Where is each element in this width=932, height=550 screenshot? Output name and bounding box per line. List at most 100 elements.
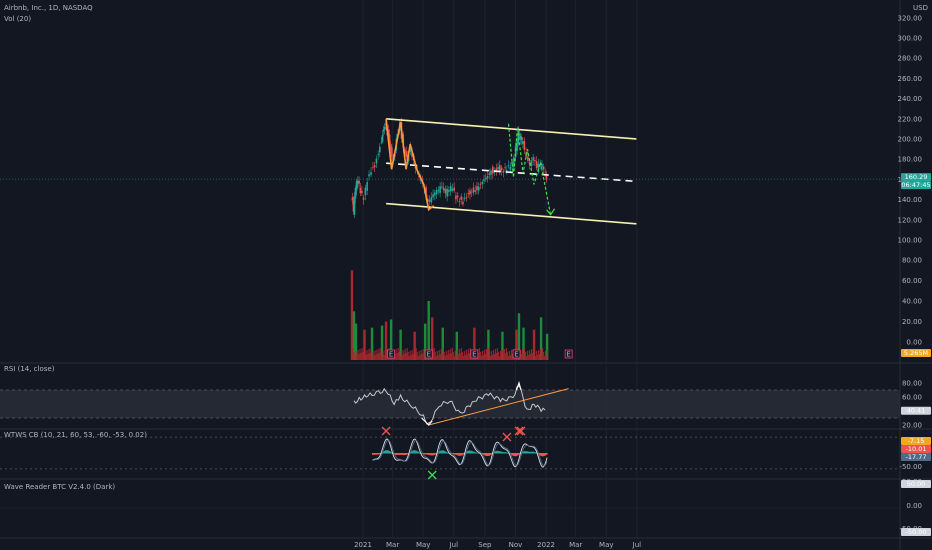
price-candle [504, 167, 506, 169]
wave-value-tag-1-text: 50.00 [907, 480, 926, 488]
price-candle [462, 201, 464, 205]
price-candle [391, 147, 393, 158]
price-candle [444, 188, 447, 194]
price-axis-tick-label: 80.00 [902, 257, 922, 265]
chart-background [0, 0, 932, 550]
price-candle [500, 167, 503, 171]
price-axis-tick-label: 180.00 [898, 156, 923, 164]
price-candle [469, 190, 471, 195]
price-axis-tick-label: 100.00 [898, 237, 923, 245]
trading-chart[interactable]: Airbnb, Inc., 1D, NASDAQ Vol (20) USD RS… [0, 0, 932, 550]
price-axis-tick-label: 40.00 [902, 298, 922, 306]
price-candle [373, 165, 376, 168]
price-candle [542, 166, 545, 170]
price-candle [442, 187, 445, 191]
price-candle [467, 193, 470, 194]
price-candle [523, 141, 526, 150]
price-candle [456, 195, 459, 198]
wave-reader-pane-label: Wave Reader BTC V2.4.0 (Dark) [4, 483, 115, 491]
wtws-axis-tick-label: -50.00 [899, 463, 922, 471]
earnings-marker-label: E [514, 351, 518, 359]
price-candle [520, 136, 523, 141]
price-candle [351, 197, 354, 201]
earnings-marker-label: E [389, 351, 393, 359]
earnings-marker-label: E [566, 351, 570, 359]
price-candle [497, 167, 499, 170]
time-axis-tick-label: Mar [569, 541, 582, 549]
price-candle [439, 186, 441, 193]
price-axis-tick-label: 0.00 [906, 339, 922, 347]
price-candle [544, 171, 547, 173]
price-candle [490, 170, 492, 175]
price-candle [491, 166, 494, 174]
price-candle [434, 192, 436, 196]
price-candle [532, 157, 534, 161]
price-axis-tick-label: 220.00 [898, 115, 923, 123]
price-candle [527, 156, 529, 161]
price-candle [359, 187, 362, 194]
price-axis-tick-label: 140.00 [898, 196, 923, 204]
price-candle [358, 180, 360, 184]
price-candle [361, 190, 363, 194]
symbol-title: Airbnb, Inc., 1D, NASDAQ [4, 4, 93, 12]
price-axis-tick-label: 200.00 [898, 136, 923, 144]
price-candle [405, 151, 408, 158]
price-candle [375, 158, 378, 164]
price-candle [507, 165, 510, 167]
wave-axis-tick-label: 0.00 [906, 502, 922, 510]
earnings-marker-label: E [426, 351, 430, 359]
price-candle [472, 187, 475, 193]
price-candle [488, 173, 491, 175]
wtws-histogram-bar [546, 453, 548, 455]
price-candle [463, 197, 466, 199]
price-candle [449, 186, 452, 192]
price-candle [353, 196, 356, 215]
rsi-axis-tick-label: 80.00 [902, 380, 922, 388]
countdown-tag-text: 06:47:45 [901, 181, 930, 189]
time-axis-tick-label: May [599, 541, 613, 549]
price-candle [465, 197, 468, 198]
price-axis-tick-label: 320.00 [898, 14, 923, 22]
rsi-pane-label: RSI (14, close) [4, 365, 55, 373]
time-axis-tick-label: 2022 [537, 541, 555, 549]
price-candle [506, 169, 508, 171]
price-candle [486, 176, 489, 179]
price-candle [448, 190, 450, 192]
price-candle [366, 181, 368, 191]
wtws-pane-label: WTWS CB (10, 21, 60, 53, -60, -53, 0.02) [4, 431, 147, 439]
volume-indicator-label: Vol (20) [4, 15, 31, 23]
price-candle [381, 135, 384, 142]
volume-bar [546, 350, 549, 360]
price-candle [476, 186, 478, 191]
wtws-value-tag-2-text: -10.01 [906, 445, 927, 453]
price-candle [535, 161, 538, 168]
rsi-band [0, 390, 900, 418]
price-candle [446, 188, 448, 197]
price-candle [483, 179, 485, 181]
price-candle [383, 126, 386, 130]
price-candle [460, 196, 462, 200]
price-axis-tick-label: 20.00 [902, 318, 922, 326]
price-candle [430, 197, 433, 203]
price-candle [370, 172, 372, 175]
price-candle [477, 186, 480, 191]
price-candle [368, 174, 370, 177]
volume-value-tag-text: 5.265M [904, 349, 928, 357]
price-axis-tick-label: 280.00 [898, 55, 923, 63]
price-candle [377, 154, 379, 155]
rsi-axis-tick-label: 60.00 [902, 394, 922, 402]
time-axis-tick-label: Mar [386, 541, 399, 549]
price-candle [453, 187, 455, 191]
price-candle [509, 166, 512, 171]
price-candle [502, 171, 505, 173]
currency-label: USD [913, 4, 928, 12]
price-candle [479, 183, 482, 185]
price-candle [441, 186, 443, 188]
price-candle [428, 199, 431, 202]
time-axis-tick-label: Jul [449, 541, 459, 549]
price-candle [522, 141, 524, 144]
rsi-value-tag-text: 40.41 [907, 407, 926, 415]
price-candle [534, 160, 536, 162]
price-candle [362, 197, 365, 200]
time-axis-tick-label: Sep [478, 541, 492, 549]
